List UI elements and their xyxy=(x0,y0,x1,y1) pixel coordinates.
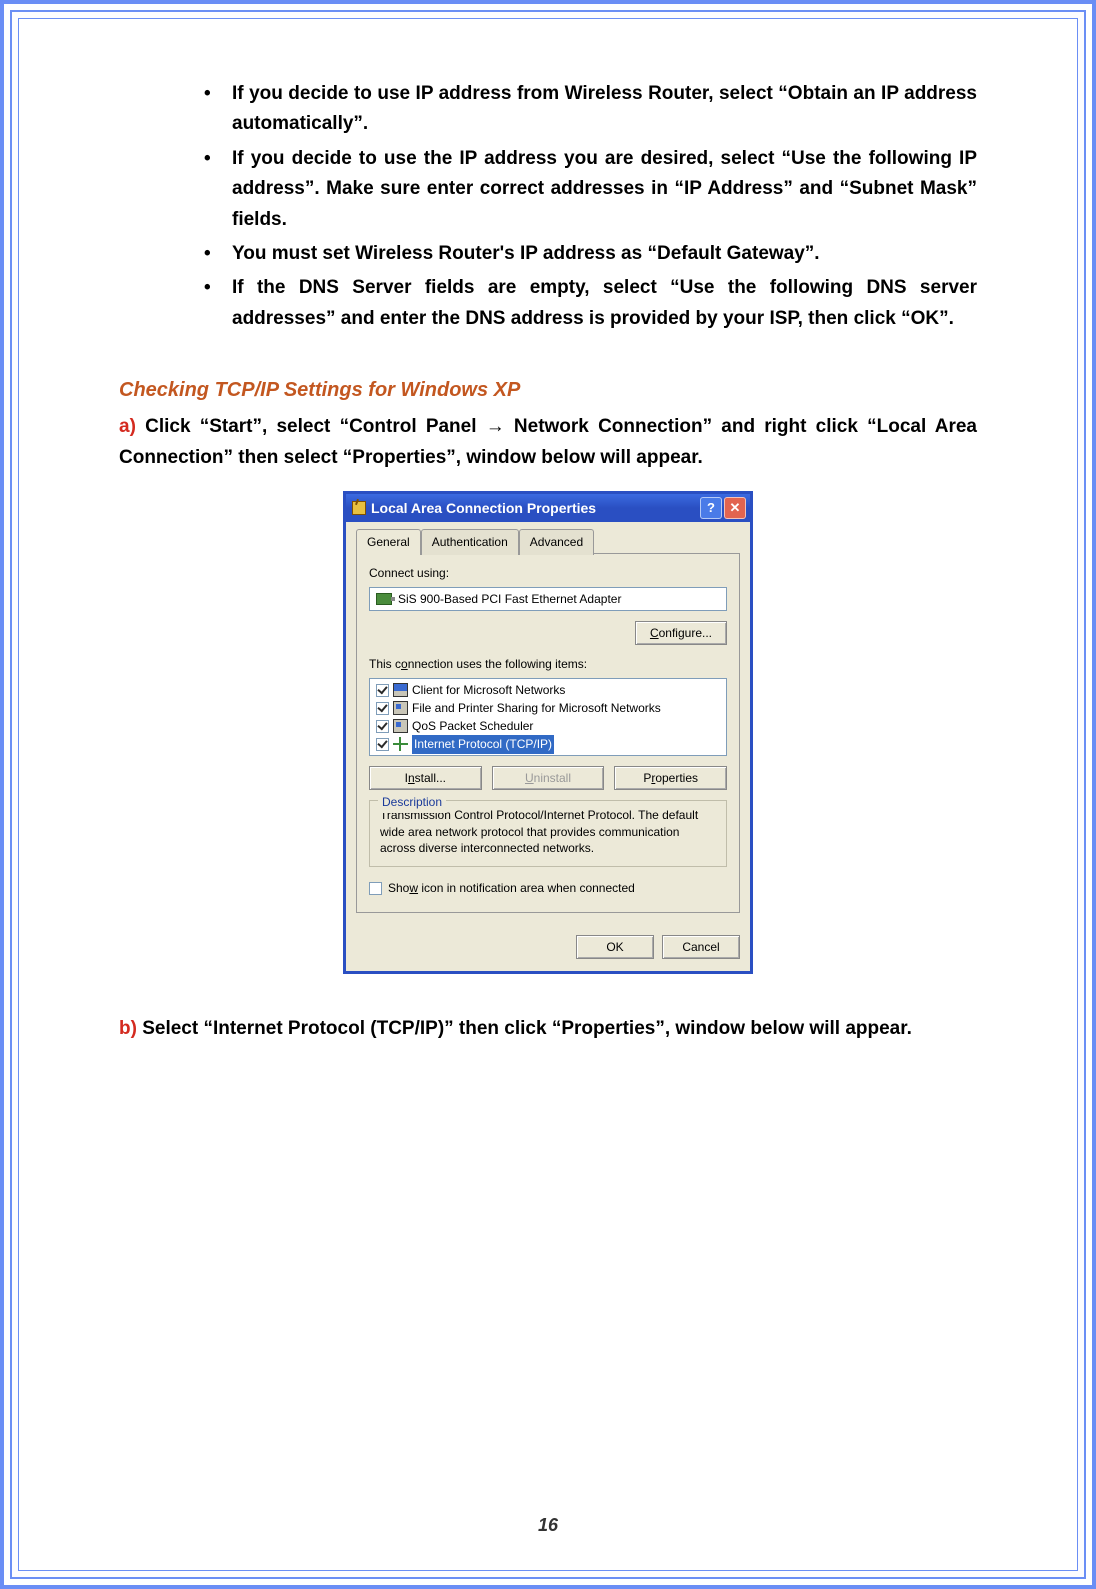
connect-using-label: Connect using: xyxy=(369,564,727,583)
service-icon xyxy=(393,719,408,733)
step-a: a) Click “Start”, select “Control Panel … xyxy=(119,412,977,473)
checkbox-icon[interactable] xyxy=(369,882,382,895)
client-icon xyxy=(393,683,408,697)
uninstall-button: Uninstall xyxy=(492,766,605,790)
description-text: Transmission Control Protocol/Internet P… xyxy=(380,807,716,856)
step-b: b) Select “Internet Protocol (TCP/IP)” t… xyxy=(119,1014,977,1044)
connection-icon xyxy=(352,501,366,515)
list-item[interactable]: Internet Protocol (TCP/IP) xyxy=(370,735,726,753)
service-icon xyxy=(393,701,408,715)
page-outer-border: If you decide to use IP address from Wir… xyxy=(0,0,1096,1589)
section-heading: Checking TCP/IP Settings for Windows XP xyxy=(119,374,977,406)
list-item[interactable]: QoS Packet Scheduler xyxy=(370,717,726,735)
step-b-text: Select “Internet Protocol (TCP/IP)” then… xyxy=(137,1018,912,1039)
tab-general[interactable]: General xyxy=(356,529,421,555)
show-icon-checkbox[interactable]: Show icon in notification area when conn… xyxy=(369,879,727,898)
list-item: If you decide to use IP address from Wir… xyxy=(204,79,977,140)
checkbox-icon[interactable] xyxy=(376,702,389,715)
install-button[interactable]: Install... xyxy=(369,766,482,790)
list-item[interactable]: File and Printer Sharing for Microsoft N… xyxy=(370,699,726,717)
description-group: Description Transmission Control Protoco… xyxy=(369,800,727,867)
step-b-label: b) xyxy=(119,1018,137,1039)
nic-icon xyxy=(376,593,392,605)
dialog-title: Local Area Connection Properties xyxy=(371,497,596,519)
checkbox-icon[interactable] xyxy=(376,684,389,697)
tab-authentication[interactable]: Authentication xyxy=(421,529,519,555)
checkbox-icon[interactable] xyxy=(376,738,389,751)
item-label: Internet Protocol (TCP/IP) xyxy=(412,735,554,754)
page-inner-border: If you decide to use IP address from Wir… xyxy=(18,18,1078,1571)
list-item: If the DNS Server fields are empty, sele… xyxy=(204,273,977,334)
tab-panel-general: Connect using: SiS 900-Based PCI Fast Et… xyxy=(356,553,740,913)
list-item: You must set Wireless Router's IP addres… xyxy=(204,239,977,269)
adapter-name: SiS 900-Based PCI Fast Ethernet Adapter xyxy=(398,590,621,609)
close-icon: ✕ xyxy=(730,498,741,519)
checkbox-icon[interactable] xyxy=(376,720,389,733)
item-label: Client for Microsoft Networks xyxy=(412,681,565,700)
list-item: If you decide to use the IP address you … xyxy=(204,144,977,235)
cancel-button[interactable]: Cancel xyxy=(662,935,740,959)
protocol-icon xyxy=(393,737,408,751)
adapter-field[interactable]: SiS 900-Based PCI Fast Ethernet Adapter xyxy=(369,587,727,611)
item-label: QoS Packet Scheduler xyxy=(412,717,533,736)
configure-button[interactable]: Configure... xyxy=(635,621,727,645)
help-button[interactable]: ? xyxy=(700,497,722,519)
connection-properties-dialog: Local Area Connection Properties ? ✕ Gen… xyxy=(343,491,753,974)
help-icon: ? xyxy=(707,498,715,519)
step-a-text: Click “Start”, select “Control Panel → N… xyxy=(119,416,977,467)
list-item[interactable]: Client for Microsoft Networks xyxy=(370,681,726,699)
ok-button[interactable]: OK xyxy=(576,935,654,959)
show-icon-label: Show icon in notification area when conn… xyxy=(388,879,635,898)
step-a-label: a) xyxy=(119,416,136,437)
item-label: File and Printer Sharing for Microsoft N… xyxy=(412,699,661,718)
page-number: 16 xyxy=(19,1515,1077,1536)
close-button[interactable]: ✕ xyxy=(724,497,746,519)
page-mid-border: If you decide to use IP address from Wir… xyxy=(10,10,1086,1579)
description-legend: Description xyxy=(378,793,446,812)
connection-items-list[interactable]: Client for Microsoft Networks File and P… xyxy=(369,678,727,756)
properties-button[interactable]: Properties xyxy=(614,766,727,790)
tab-advanced[interactable]: Advanced xyxy=(519,529,594,555)
bullet-list: If you decide to use IP address from Wir… xyxy=(204,79,977,334)
dialog-titlebar[interactable]: Local Area Connection Properties ? ✕ xyxy=(346,494,750,522)
items-label: This connection uses the following items… xyxy=(369,655,727,674)
